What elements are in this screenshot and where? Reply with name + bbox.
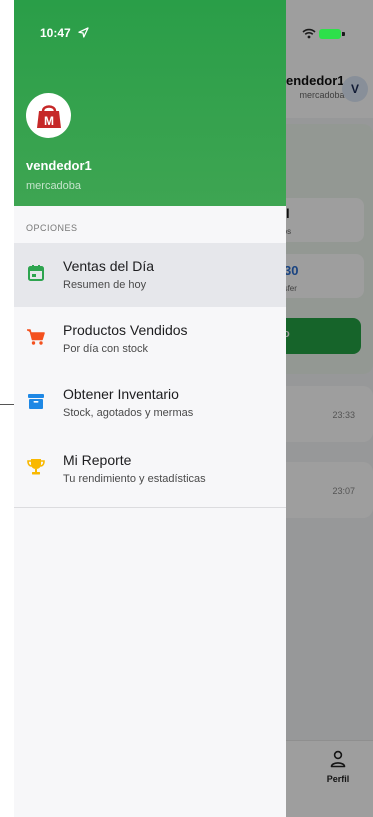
battery-icon bbox=[319, 29, 341, 39]
edge-guide-line bbox=[0, 404, 14, 405]
app-logo: M bbox=[26, 93, 71, 138]
status-bar: 10:47 bbox=[14, 0, 373, 50]
menu-item-title: Mi Reporte bbox=[63, 452, 132, 468]
navigation-drawer: M vendedor1 mercadoba OPCIONES Ventas de… bbox=[14, 0, 286, 817]
calendar-icon bbox=[28, 265, 44, 281]
menu-item-ventas-del-dia[interactable]: Ventas del Día Resumen de hoy bbox=[14, 243, 286, 307]
menu-item-mi-reporte[interactable]: Mi Reporte Tu rendimiento y estadísticas bbox=[14, 437, 286, 501]
menu-item-obtener-inventario[interactable]: Obtener Inventario Stock, agotados y mer… bbox=[14, 371, 286, 435]
menu-item-subtitle: Por día con stock bbox=[63, 343, 148, 355]
trophy-icon bbox=[27, 459, 45, 475]
phone-screen: endedor1 mercadoba V l uctos 30 ransfer … bbox=[14, 0, 373, 817]
drawer-user-name: vendedor1 bbox=[26, 158, 92, 173]
menu-item-title: Ventas del Día bbox=[63, 258, 155, 274]
svg-text:M: M bbox=[44, 114, 54, 128]
cart-icon bbox=[27, 329, 45, 345]
menu-item-title: Obtener Inventario bbox=[63, 386, 179, 402]
drawer-divider bbox=[14, 507, 286, 508]
battery-tip bbox=[342, 32, 345, 36]
shopping-bag-logo-icon: M bbox=[36, 104, 61, 128]
location-arrow-icon bbox=[78, 27, 89, 38]
menu-item-subtitle: Tu rendimiento y estadísticas bbox=[63, 473, 206, 485]
menu-item-subtitle: Resumen de hoy bbox=[63, 279, 147, 291]
drawer-user-sub: mercadoba bbox=[26, 180, 82, 192]
section-label-opciones: OPCIONES bbox=[26, 223, 78, 233]
status-time: 10:47 bbox=[40, 26, 71, 40]
wifi-icon bbox=[302, 28, 316, 39]
menu-item-productos-vendidos[interactable]: Productos Vendidos Por día con stock bbox=[14, 307, 286, 371]
archive-icon bbox=[28, 394, 44, 409]
menu-item-subtitle: Stock, agotados y mermas bbox=[63, 407, 194, 419]
menu-item-title: Productos Vendidos bbox=[63, 322, 188, 338]
